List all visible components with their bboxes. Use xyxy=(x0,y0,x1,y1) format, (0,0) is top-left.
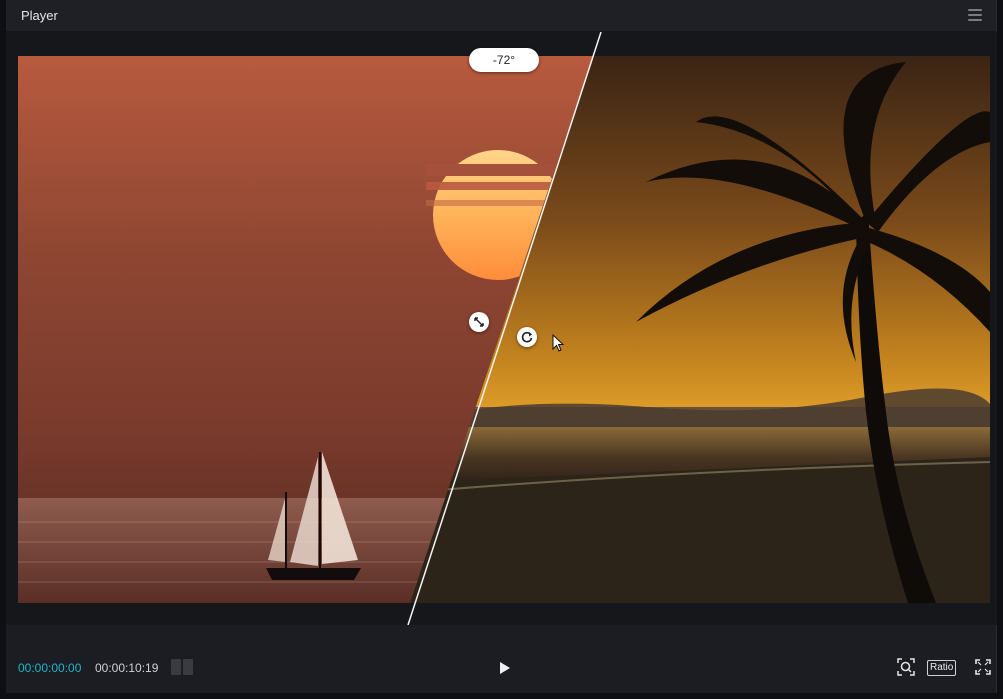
current-timecode: 00:00:00:00 xyxy=(18,661,82,675)
player-panel: Player -72° 00:00:00:00 00:00:10:19 Rati… xyxy=(6,0,997,693)
mouse-cursor-icon xyxy=(552,334,565,352)
hamburger-menu-icon[interactable] xyxy=(968,9,982,21)
rotate-handle[interactable] xyxy=(517,327,537,347)
aspect-ratio-button[interactable]: Ratio xyxy=(927,660,957,676)
feather-arrows-icon xyxy=(474,317,484,327)
rotate-icon xyxy=(521,331,533,343)
fullscreen-icon[interactable] xyxy=(974,657,992,677)
total-duration: 00:00:10:19 xyxy=(95,661,159,675)
split-preview-canvas xyxy=(18,32,990,625)
feather-handle[interactable] xyxy=(469,312,489,332)
player-titlebar: Player xyxy=(6,0,996,32)
preview-viewer[interactable]: -72° xyxy=(6,32,997,625)
play-icon[interactable] xyxy=(494,658,514,678)
zoom-fit-icon[interactable] xyxy=(896,657,916,677)
compare-view-toggle[interactable] xyxy=(171,659,193,675)
rotation-angle-label: -72° xyxy=(469,48,539,72)
panel-title: Player xyxy=(21,8,58,23)
playback-controls: 00:00:00:00 00:00:10:19 Ratio xyxy=(6,645,997,689)
